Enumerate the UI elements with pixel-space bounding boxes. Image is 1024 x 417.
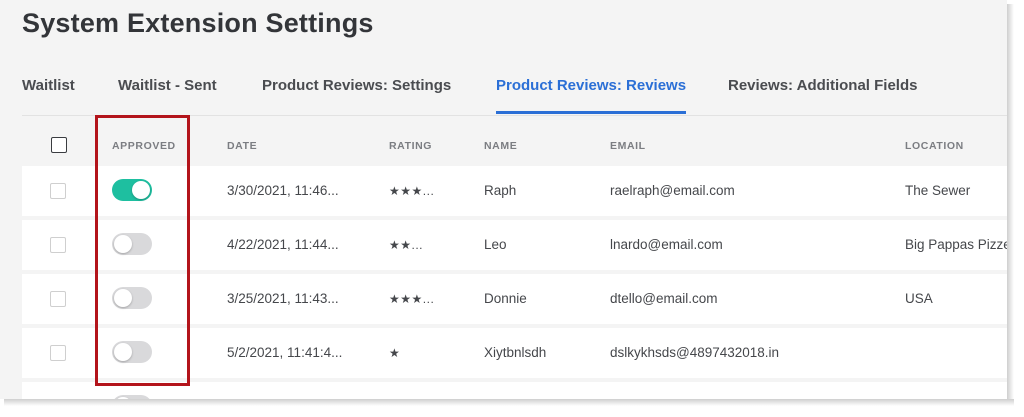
rating-cell: ★★★... <box>389 184 435 198</box>
date-cell: 3/30/2021, 11:46... <box>227 183 339 198</box>
date-cell: 4/22/2021, 11:44... <box>227 237 339 252</box>
location-cell: Big Pappas Pizze <box>905 237 1007 252</box>
column-header-rating[interactable]: RATING <box>389 140 432 152</box>
row-checkbox[interactable] <box>50 345 66 361</box>
tab-product-reviews-reviews[interactable]: Product Reviews: Reviews <box>496 77 686 94</box>
settings-panel: System Extension Settings Waitlist Waitl… <box>0 0 1007 399</box>
toggle-knob <box>114 235 132 253</box>
active-tab-indicator <box>496 111 686 114</box>
tab-waitlist[interactable]: Waitlist <box>22 77 75 94</box>
name-cell: Xiytbnlsdh <box>484 345 547 360</box>
email-cell: dtello@email.com <box>610 291 718 306</box>
name-cell: Donnie <box>484 291 527 306</box>
toggle-knob <box>132 181 150 199</box>
location-cell: USA <box>905 291 933 306</box>
approved-toggle[interactable] <box>112 179 152 201</box>
page-title: System Extension Settings <box>22 8 374 38</box>
rating-cell: ★ <box>389 346 401 360</box>
column-header-email[interactable]: EMAIL <box>610 140 646 152</box>
table-row[interactable]: 5/2/2021, 11:41:4... ★ Xiytbnlsdh dslkyk… <box>22 328 1007 378</box>
date-cell: 5/2/2021, 11:41:4... <box>227 345 343 360</box>
rating-cell: ★★★... <box>389 292 435 306</box>
email-cell: dslkykhsds@4897432018.in <box>610 345 780 360</box>
approved-toggle[interactable] <box>112 341 152 363</box>
tab-bar: Waitlist Waitlist - Sent Product Reviews… <box>22 77 1007 115</box>
column-header-name[interactable]: NAME <box>484 140 517 152</box>
panel-shadow <box>4 399 1014 406</box>
table-row[interactable]: 3/25/2021, 11:43... ★★★... Donnie dtello… <box>22 274 1007 324</box>
toggle-knob <box>114 289 132 307</box>
approved-toggle[interactable] <box>112 287 152 309</box>
column-header-approved[interactable]: APPROVED <box>112 140 176 152</box>
date-cell: 3/25/2021, 11:43... <box>227 291 339 306</box>
approved-toggle[interactable] <box>112 233 152 255</box>
toggle-knob <box>114 343 132 361</box>
name-cell: Leo <box>484 237 507 252</box>
tabs-divider <box>22 115 1007 116</box>
row-checkbox[interactable] <box>50 183 66 199</box>
location-cell: The Sewer <box>905 183 971 198</box>
tab-reviews-additional-fields[interactable]: Reviews: Additional Fields <box>728 77 917 94</box>
table-row[interactable]: 4/22/2021, 11:44... ★★... Leo lnardo@ema… <box>22 220 1007 270</box>
row-checkbox[interactable] <box>50 291 66 307</box>
email-cell: raelraph@email.com <box>610 183 735 198</box>
table-row[interactable]: 3/30/2021, 11:46... ★★★... Raph raelraph… <box>22 166 1007 216</box>
tab-waitlist-sent[interactable]: Waitlist - Sent <box>118 77 217 94</box>
panel-shadow <box>1007 4 1014 403</box>
tab-product-reviews-settings[interactable]: Product Reviews: Settings <box>262 77 451 94</box>
rating-cell: ★★... <box>389 238 424 252</box>
email-cell: lnardo@email.com <box>610 237 723 252</box>
table-header: APPROVED DATE RATING NAME EMAIL LOCATION <box>22 128 1007 164</box>
column-header-date[interactable]: DATE <box>227 140 257 152</box>
row-checkbox[interactable] <box>50 237 66 253</box>
column-header-location[interactable]: LOCATION <box>905 140 964 152</box>
table-row[interactable] <box>22 382 1007 399</box>
name-cell: Raph <box>484 183 517 198</box>
select-all-checkbox[interactable] <box>51 137 67 153</box>
